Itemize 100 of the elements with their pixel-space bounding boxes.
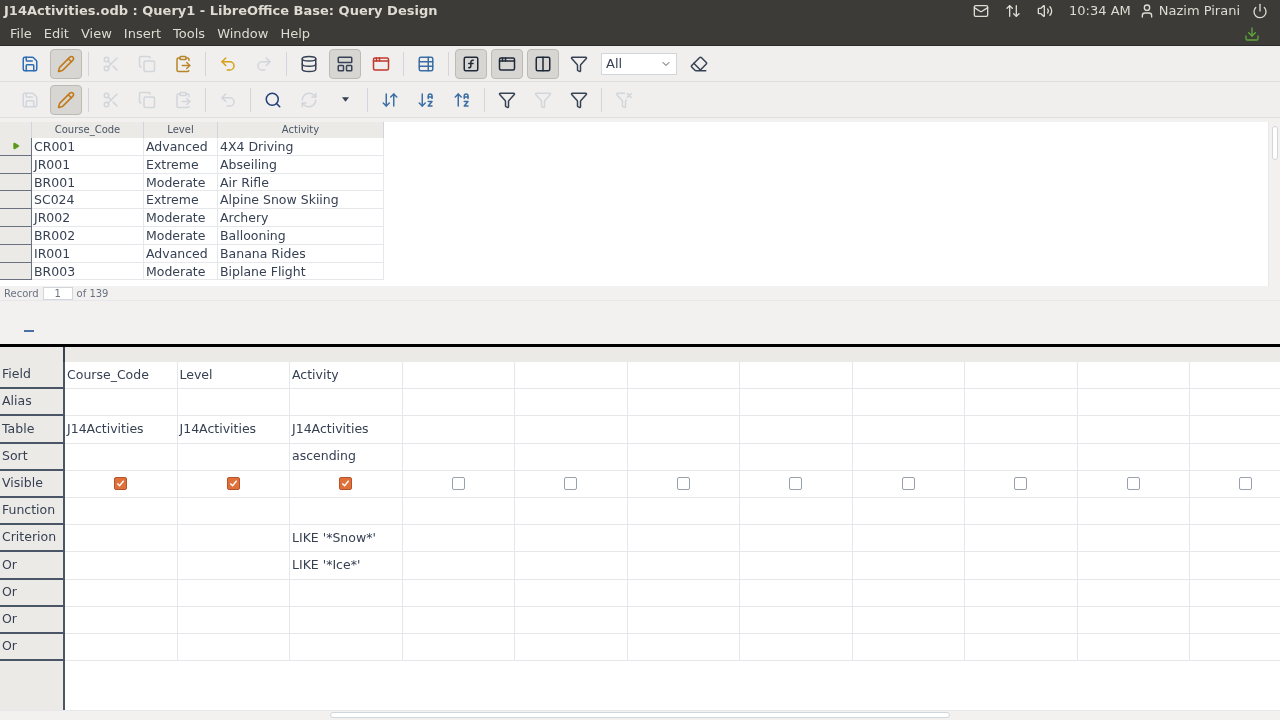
grid-cell[interactable] [965,416,1078,444]
toolbar-button[interactable] [329,48,361,79]
clock[interactable]: 10:34 AM [1069,1,1131,21]
grid-cell[interactable] [740,606,853,634]
grid-cell[interactable] [402,633,515,662]
grid-cell[interactable] [852,552,965,580]
mail-icon[interactable] [973,3,990,19]
column-header[interactable]: Course_Code [32,122,144,138]
grid-cell[interactable] [965,389,1078,417]
grid-cell[interactable] [1077,497,1190,526]
grid-cell[interactable] [1077,416,1190,444]
grid-cell[interactable] [740,552,853,580]
scrollbar-thumb[interactable] [24,330,34,332]
visible-checkbox[interactable] [1014,477,1028,491]
grid-cell[interactable] [177,552,290,580]
user-name[interactable]: Nazim Pirani [1158,1,1240,21]
grid-cell[interactable] [627,362,740,390]
grid-cell[interactable] [740,497,853,526]
grid-cell[interactable] [740,416,853,444]
record-field[interactable]: 1 [42,286,73,300]
grid-cell[interactable] [627,525,740,553]
grid-cell[interactable] [740,525,853,553]
grid-cell[interactable] [402,497,515,526]
row-selector[interactable] [0,209,32,227]
scrollbar-thumb[interactable] [330,712,950,718]
grid-cell[interactable] [852,606,965,634]
grid-cell[interactable] [852,470,965,498]
grid-cell[interactable] [290,633,403,662]
grid-cell[interactable] [627,552,740,580]
visible-checkbox[interactable] [676,477,690,491]
grid-cell[interactable] [515,525,628,553]
grid-cell[interactable]: Activity [290,362,403,390]
grid-cell[interactable] [290,389,403,417]
grid-cell[interactable] [627,416,740,444]
grid-cell[interactable] [65,470,178,498]
grid-cell[interactable] [290,579,403,607]
toolbar-button[interactable] [455,48,487,79]
grid-cell[interactable] [1077,579,1190,607]
grid-cell[interactable] [515,470,628,498]
grid-cell[interactable] [1077,633,1190,662]
grid-cell[interactable] [65,497,178,526]
grid-cell[interactable] [402,362,515,390]
grid-cell[interactable] [402,552,515,580]
grid-cell[interactable] [965,525,1078,553]
grid-cell[interactable] [1077,389,1190,417]
grid-cell[interactable] [852,362,965,390]
grid-cell[interactable] [965,633,1078,662]
visible-checkbox[interactable] [789,477,803,491]
grid-cell[interactable] [515,443,628,471]
grid-cell[interactable] [515,552,628,580]
volume-icon[interactable] [1037,3,1054,19]
grid-cell[interactable] [290,606,403,634]
grid-cell[interactable] [627,579,740,607]
grid-cell[interactable] [852,416,965,444]
grid-cell[interactable] [65,389,178,417]
grid-cell[interactable] [402,416,515,444]
network-icon[interactable] [1005,3,1022,19]
download-icon[interactable] [1244,25,1260,42]
grid-cell[interactable] [177,579,290,607]
row-selector[interactable] [0,138,32,156]
grid-cell[interactable] [402,443,515,471]
grid-cell[interactable] [177,389,290,417]
menu-item[interactable]: Window [211,23,275,44]
grid-cell[interactable] [852,525,965,553]
grid-cell[interactable] [627,606,740,634]
grid-cell[interactable] [627,470,740,498]
grid-cell[interactable] [515,633,628,662]
grid-cell[interactable]: ascending [290,443,403,471]
grid-cell[interactable]: Level [177,362,290,390]
column-header[interactable]: Level [144,122,218,138]
grid-cell[interactable]: J14Activities [65,416,178,444]
grid-cell[interactable] [515,579,628,607]
grid-cell[interactable] [852,633,965,662]
grid-cell[interactable] [627,389,740,417]
grid-cell[interactable] [65,525,178,553]
menu-item[interactable]: Insert [117,23,168,44]
visible-checkbox[interactable] [1239,477,1253,491]
grid-cell[interactable] [965,579,1078,607]
menu-item[interactable]: Help [274,23,317,44]
grid-cell[interactable]: J14Activities [290,416,403,444]
grid-cell[interactable] [290,470,403,498]
grid-cell[interactable] [290,497,403,526]
grid-cell[interactable] [852,389,965,417]
menu-item[interactable]: Tools [167,23,212,44]
grid-cell[interactable] [177,497,290,526]
grid-cell[interactable] [515,362,628,390]
menu-item[interactable]: File [4,23,38,44]
grid-cell[interactable] [740,579,853,607]
grid-cell[interactable] [1077,362,1190,390]
grid-cell[interactable] [177,606,290,634]
grid-cell[interactable] [65,443,178,471]
grid-cell[interactable] [965,443,1078,471]
grid-cell[interactable] [740,362,853,390]
filter-combo[interactable]: All [601,52,677,75]
grid-cell[interactable] [1077,470,1190,498]
grid-cell[interactable] [965,606,1078,634]
grid-cell[interactable]: LIKE '*Snow*' [290,525,403,553]
grid-cell[interactable] [402,389,515,417]
visible-checkbox[interactable] [564,477,578,491]
grid-cell[interactable]: LIKE '*Ice*' [290,552,403,580]
